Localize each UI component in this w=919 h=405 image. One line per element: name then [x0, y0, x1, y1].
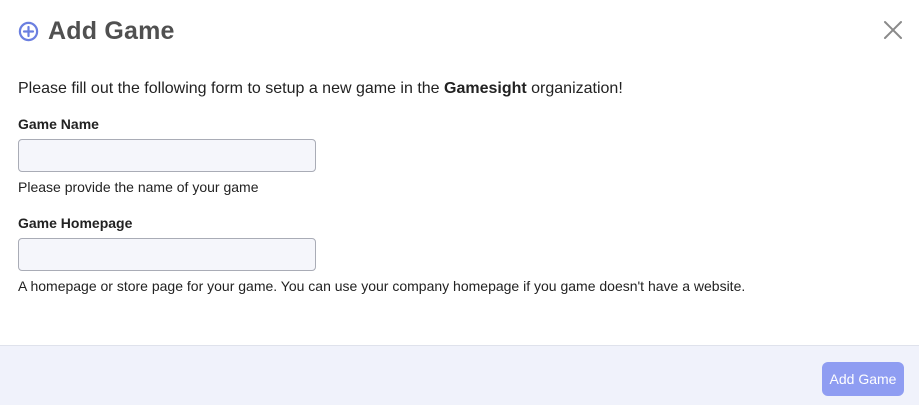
modal-header: Add Game — [18, 14, 175, 48]
close-icon[interactable] — [883, 20, 903, 40]
organization-name: Gamesight — [444, 80, 527, 97]
game-homepage-help: A homepage or store page for your game. … — [18, 278, 746, 294]
game-name-input[interactable] — [18, 139, 316, 172]
add-game-button[interactable]: Add Game — [822, 362, 904, 396]
game-name-label: Game Name — [18, 116, 99, 132]
intro-text-after: organization! — [526, 80, 623, 97]
modal-footer: Add Game — [0, 345, 919, 405]
modal-title: Add Game — [48, 16, 175, 45]
game-homepage-label: Game Homepage — [18, 215, 133, 231]
game-homepage-input[interactable] — [18, 238, 316, 271]
plus-circle-icon — [18, 21, 39, 42]
add-game-modal: Add Game Please fill out the following f… — [0, 0, 919, 405]
game-name-help: Please provide the name of your game — [18, 179, 259, 195]
intro-text-before: Please fill out the following form to se… — [18, 80, 445, 97]
intro-text: Please fill out the following form to se… — [18, 80, 623, 98]
